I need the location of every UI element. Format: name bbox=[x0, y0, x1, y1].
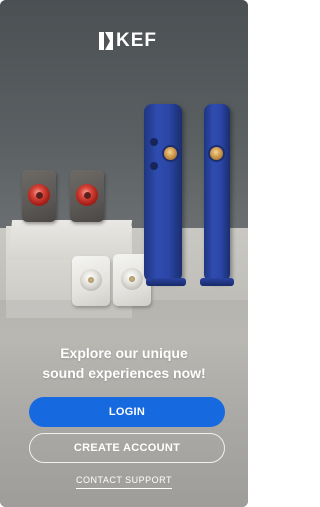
welcome-headline: Explore our unique sound experiences now… bbox=[0, 343, 248, 383]
kef-logo: KEF bbox=[99, 30, 159, 52]
headline-line-2: sound experiences now! bbox=[42, 365, 206, 381]
speaker-lsx-white-left bbox=[72, 256, 110, 306]
login-button-label: LOGIN bbox=[108, 406, 146, 418]
speaker-lsx-grey-right bbox=[70, 170, 104, 222]
headline-line-1: Explore our unique bbox=[60, 345, 188, 361]
hero-plinth-top bbox=[7, 220, 133, 260]
kef-logo-text: KEF bbox=[116, 30, 157, 51]
contact-support-link[interactable]: CONTACT SUPPORT bbox=[0, 475, 248, 489]
kef-logo-mark-icon bbox=[99, 32, 113, 50]
contact-support-label: CONTACT SUPPORT bbox=[75, 475, 172, 489]
create-account-button-label: CREATE ACCOUNT bbox=[73, 442, 181, 454]
login-button[interactable]: LOGIN bbox=[29, 397, 225, 427]
speaker-lsx-grey-left bbox=[22, 170, 56, 222]
speaker-tower-blue-right bbox=[204, 104, 230, 282]
welcome-screen: KEF Explore our unique sound experiences… bbox=[0, 0, 248, 507]
speaker-tower-blue-left bbox=[144, 104, 182, 282]
create-account-button[interactable]: CREATE ACCOUNT bbox=[29, 433, 225, 463]
